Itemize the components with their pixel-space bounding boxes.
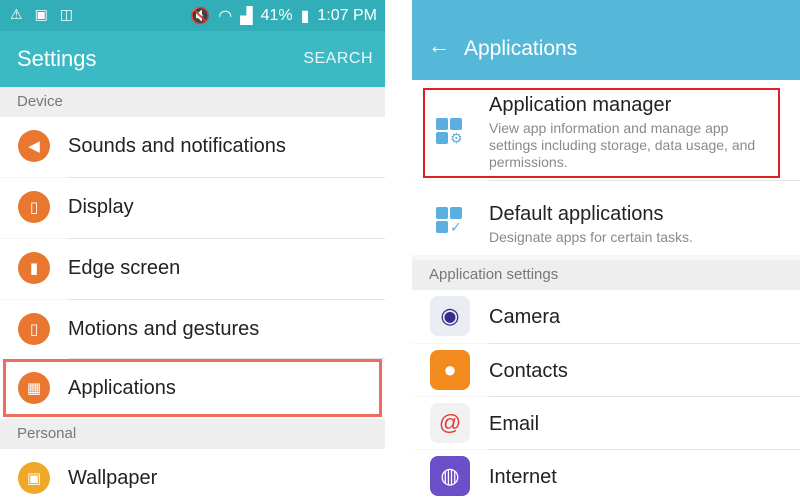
section-header-application-settings: Application settings (412, 260, 800, 290)
motions-icon: ▯ (18, 313, 50, 345)
search-button[interactable]: SEARCH (303, 50, 373, 68)
email-icon: @ (430, 403, 470, 443)
section-header-device: Device (0, 87, 385, 117)
section-header-personal: Personal (0, 419, 385, 449)
screenshot-icon: ◫ (59, 6, 74, 22)
app-label: Internet (489, 466, 557, 488)
settings-app-bar: Settings SEARCH (0, 31, 385, 87)
app-item-contacts[interactable]: ● Contacts (412, 344, 800, 396)
internet-icon: ◍ (430, 456, 470, 496)
contacts-icon: ● (430, 350, 470, 390)
settings-item-label: Edge screen (68, 257, 181, 279)
clock: 1:07 PM (317, 7, 377, 24)
app-item-email[interactable]: @ Email (412, 397, 800, 449)
signal-icon: ▟ (240, 8, 253, 25)
applications-app-bar: ← Applications (412, 0, 800, 80)
camera-icon: ◉ (430, 296, 470, 336)
back-arrow-icon[interactable]: ← (428, 33, 450, 59)
volume-icon: ◀ (18, 130, 50, 162)
settings-item-sounds[interactable]: ◀ Sounds and notifications (0, 117, 385, 177)
settings-item-label: Motions and gestures (68, 318, 260, 340)
warning-icon: ⚠ (10, 6, 23, 22)
display-icon: ▯ (18, 191, 50, 223)
highlight-box (3, 359, 382, 417)
mute-icon: 🔇 (190, 8, 211, 25)
wifi-icon: ◠ (218, 8, 233, 25)
settings-item-label: Sounds and notifications (68, 135, 286, 157)
settings-item-wallpaper[interactable]: ▣ Wallpaper (0, 449, 385, 504)
app-label: Contacts (489, 360, 568, 382)
settings-item-label: Display (68, 196, 134, 218)
battery-icon: ▮ (300, 8, 310, 25)
default-applications-icon: ✓ (436, 207, 464, 235)
item-title: Default applications (489, 203, 664, 225)
settings-item-motions[interactable]: ▯ Motions and gestures (0, 300, 385, 360)
notification-icon: ▣ (34, 6, 48, 22)
default-applications-item[interactable]: ✓ Default applications Designate apps fo… (412, 181, 800, 255)
page-title: Applications (464, 37, 578, 60)
settings-item-label: Wallpaper (68, 467, 158, 489)
page-title: Settings (17, 46, 97, 71)
settings-item-display[interactable]: ▯ Display (0, 178, 385, 238)
settings-screen: ⚠ ▣ ◫ 🔇 ◠ ▟ 41% ▮ 1:07 PM Settings SEARC… (0, 0, 385, 504)
app-label: Camera (489, 306, 561, 328)
settings-item-edge-screen[interactable]: ▮ Edge screen (0, 239, 385, 299)
item-description: Designate apps for certain tasks. (489, 229, 693, 245)
app-item-camera[interactable]: ◉ Camera (412, 290, 800, 343)
edge-screen-icon: ▮ (18, 252, 50, 284)
app-label: Email (489, 413, 540, 435)
wallpaper-icon: ▣ (18, 462, 50, 494)
battery-percent: 41% (260, 7, 293, 24)
app-item-internet[interactable]: ◍ Internet (412, 450, 800, 504)
status-bar: ⚠ ▣ ◫ 🔇 ◠ ▟ 41% ▮ 1:07 PM (0, 0, 385, 31)
highlight-box (423, 88, 780, 178)
applications-screen: ← Applications ⚙ Application manager Vie… (412, 0, 800, 504)
